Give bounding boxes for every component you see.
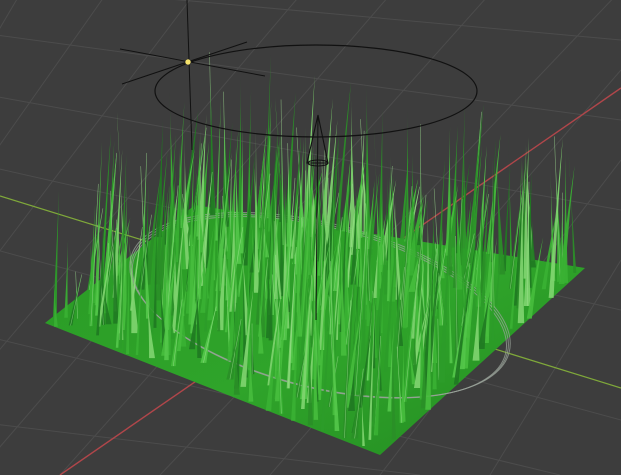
light-icon[interactable] xyxy=(119,0,266,151)
scene-canvas[interactable] xyxy=(0,0,621,475)
3d-viewport[interactable] xyxy=(0,0,621,475)
